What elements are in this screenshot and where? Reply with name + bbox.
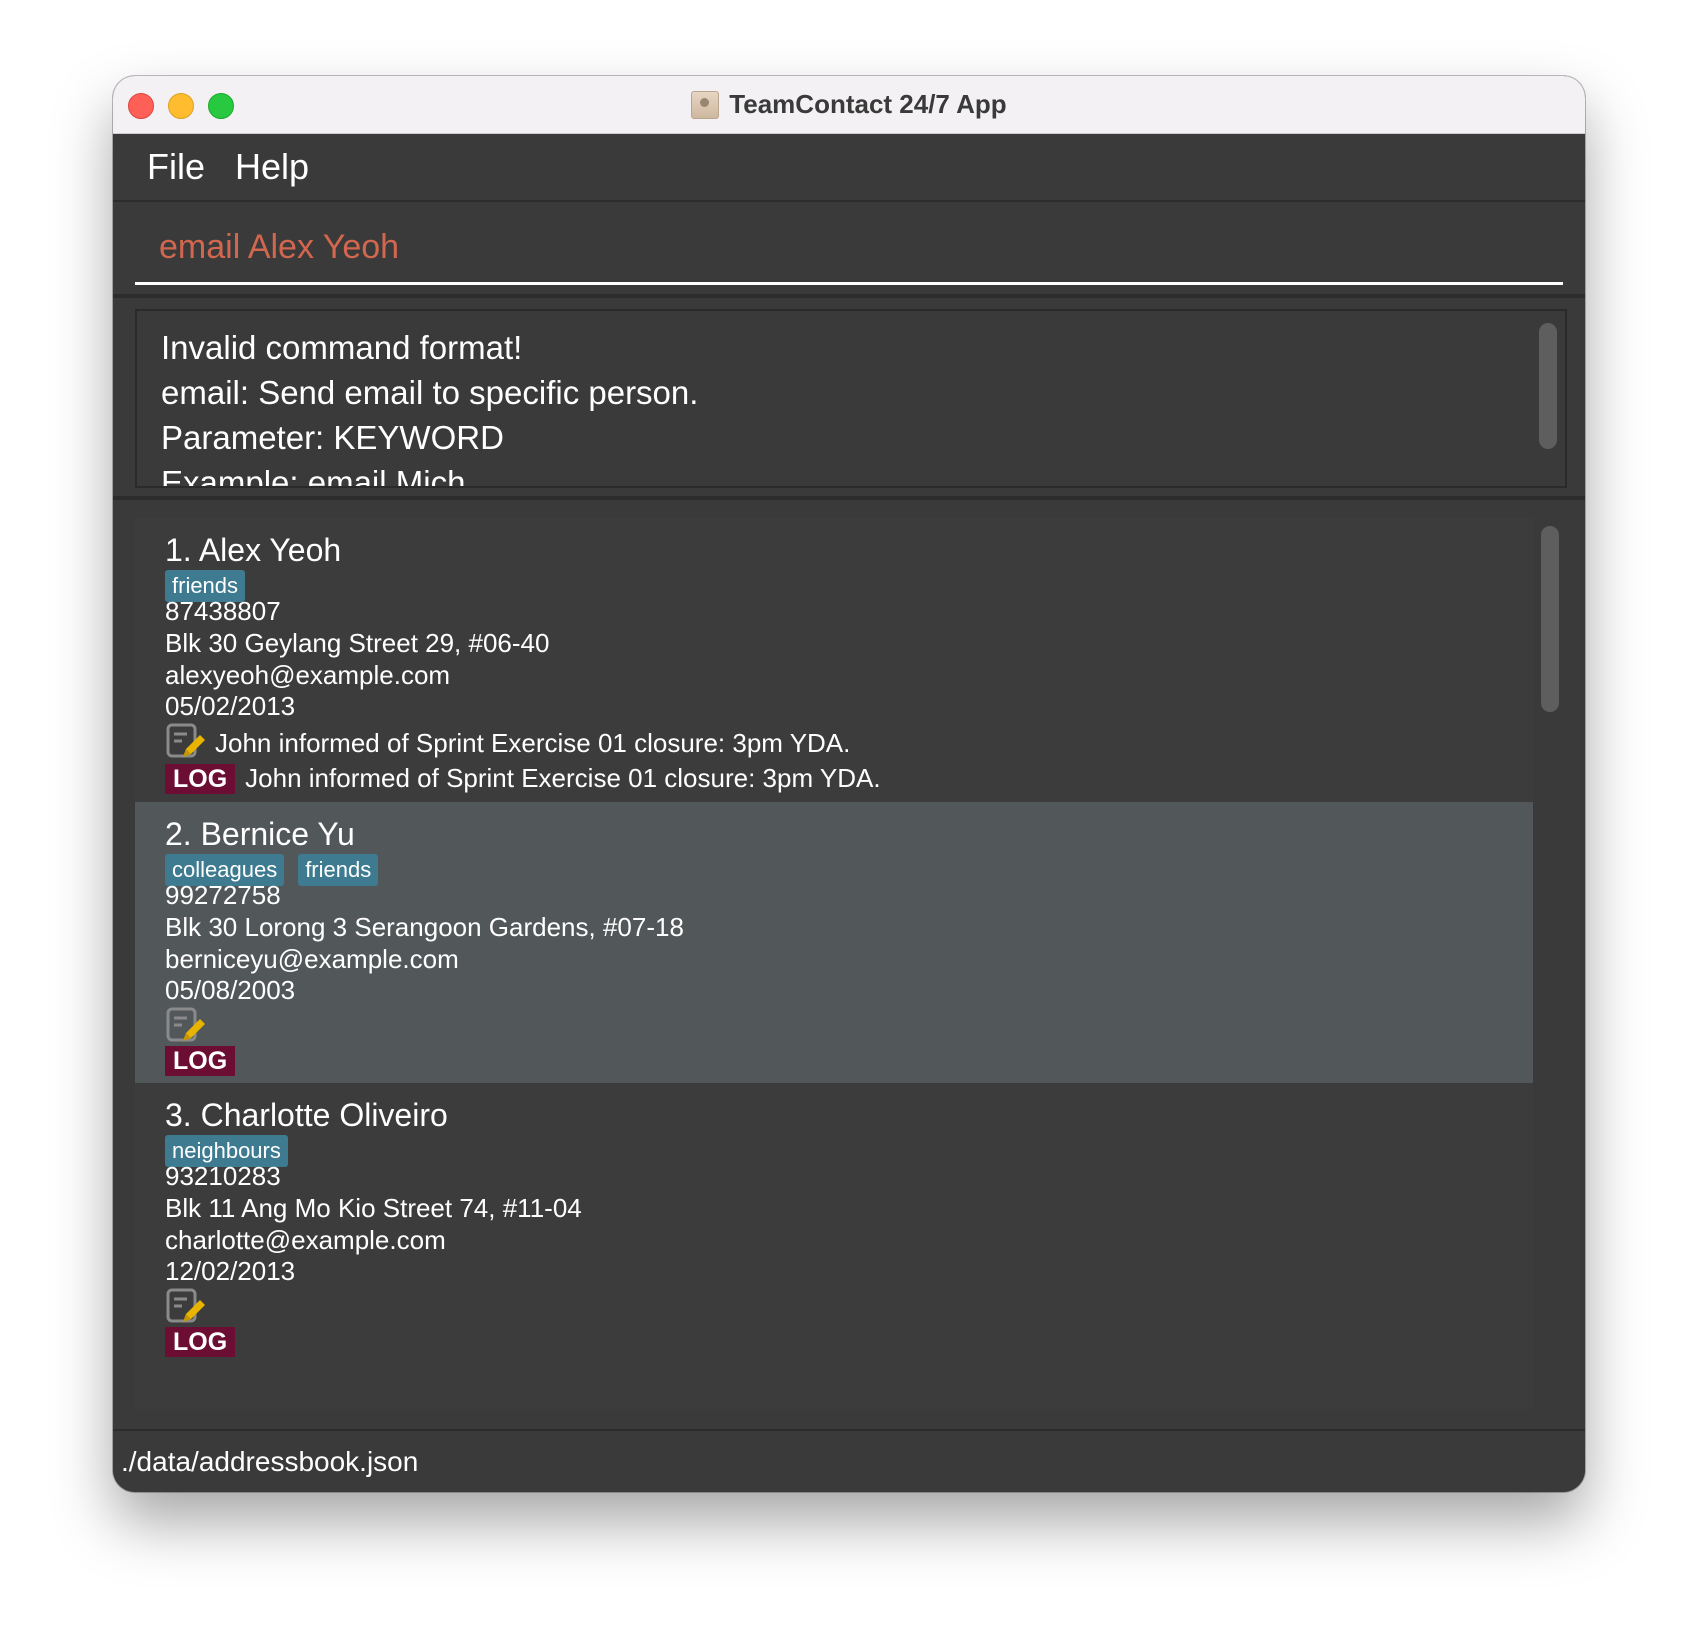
- person-address: Blk 11 Ang Mo Kio Street 74, #11-04: [165, 1193, 582, 1223]
- log-row: LOG John informed of Sprint Exercise 01 …: [165, 763, 881, 794]
- note-edit-icon: [166, 723, 205, 758]
- divider: [113, 294, 1585, 298]
- person-address: Blk 30 Geylang Street 29, #06-40: [165, 628, 550, 658]
- contact-app-icon: [691, 90, 720, 119]
- person-phone: 99272758: [165, 880, 281, 910]
- title-bar: TeamContact 24/7 App: [113, 76, 1585, 134]
- result-scrollbar[interactable]: [1539, 323, 1557, 449]
- person-phone: 87438807: [165, 596, 281, 626]
- person-address: Blk 30 Lorong 3 Serangoon Gardens, #07-1…: [165, 912, 684, 942]
- save-location: ./data/addressbook.json: [121, 1446, 419, 1477]
- note-edit-icon: [166, 1288, 205, 1323]
- status-bar: ./data/addressbook.json: [113, 1429, 1585, 1492]
- person-email: berniceyu@example.com: [165, 944, 459, 974]
- person-card[interactable]: 3. Charlotte Oliveiro neighbours 9321028…: [135, 1083, 1533, 1364]
- person-card-selected[interactable]: 2. Bernice Yu colleagues friends 9927275…: [135, 802, 1533, 1083]
- person-phone: 93210283: [165, 1161, 281, 1191]
- result-text: Invalid command format! email: Send emai…: [161, 329, 699, 488]
- divider: [113, 496, 1585, 500]
- log-badge: LOG: [165, 1046, 236, 1076]
- menu-bar: File Help: [113, 134, 1585, 202]
- log-text: John informed of Sprint Exercise 01 clos…: [245, 763, 881, 793]
- note-text: John informed of Sprint Exercise 01 clos…: [215, 727, 851, 758]
- window-title: TeamContact 24/7 App: [729, 89, 1007, 119]
- log-row: LOG: [165, 1327, 245, 1357]
- person-name: 1. Alex Yeoh: [165, 532, 342, 568]
- command-input[interactable]: [159, 228, 1539, 267]
- person-card[interactable]: 1. Alex Yeoh friends 87438807 Blk 30 Gey…: [135, 518, 1533, 802]
- person-email: charlotte@example.com: [165, 1225, 446, 1255]
- note-row: [165, 1006, 215, 1048]
- person-date: 05/02/2013: [165, 691, 296, 721]
- app-window: TeamContact 24/7 App File Help Invalid c…: [113, 76, 1585, 1492]
- note-row: [165, 1287, 215, 1329]
- person-name: 2. Bernice Yu: [165, 816, 355, 852]
- log-row: LOG: [165, 1046, 245, 1076]
- note-edit-icon: [166, 1007, 205, 1042]
- person-name: 3. Charlotte Oliveiro: [165, 1097, 448, 1133]
- person-list: 1. Alex Yeoh friends 87438807 Blk 30 Gey…: [135, 518, 1533, 1409]
- person-date: 12/02/2013: [165, 1256, 296, 1286]
- menu-file[interactable]: File: [147, 146, 205, 188]
- note-row: John informed of Sprint Exercise 01 clos…: [165, 722, 850, 764]
- log-badge: LOG: [165, 1327, 236, 1357]
- window-title-wrap: TeamContact 24/7 App: [113, 76, 1585, 133]
- person-email: alexyeoh@example.com: [165, 660, 451, 690]
- tag: friends: [298, 854, 379, 886]
- command-box: [135, 210, 1563, 285]
- list-scrollbar[interactable]: [1541, 526, 1559, 712]
- menu-help[interactable]: Help: [235, 146, 309, 188]
- result-display: Invalid command format! email: Send emai…: [135, 309, 1567, 488]
- person-date: 05/08/2003: [165, 975, 296, 1005]
- log-badge: LOG: [165, 763, 236, 794]
